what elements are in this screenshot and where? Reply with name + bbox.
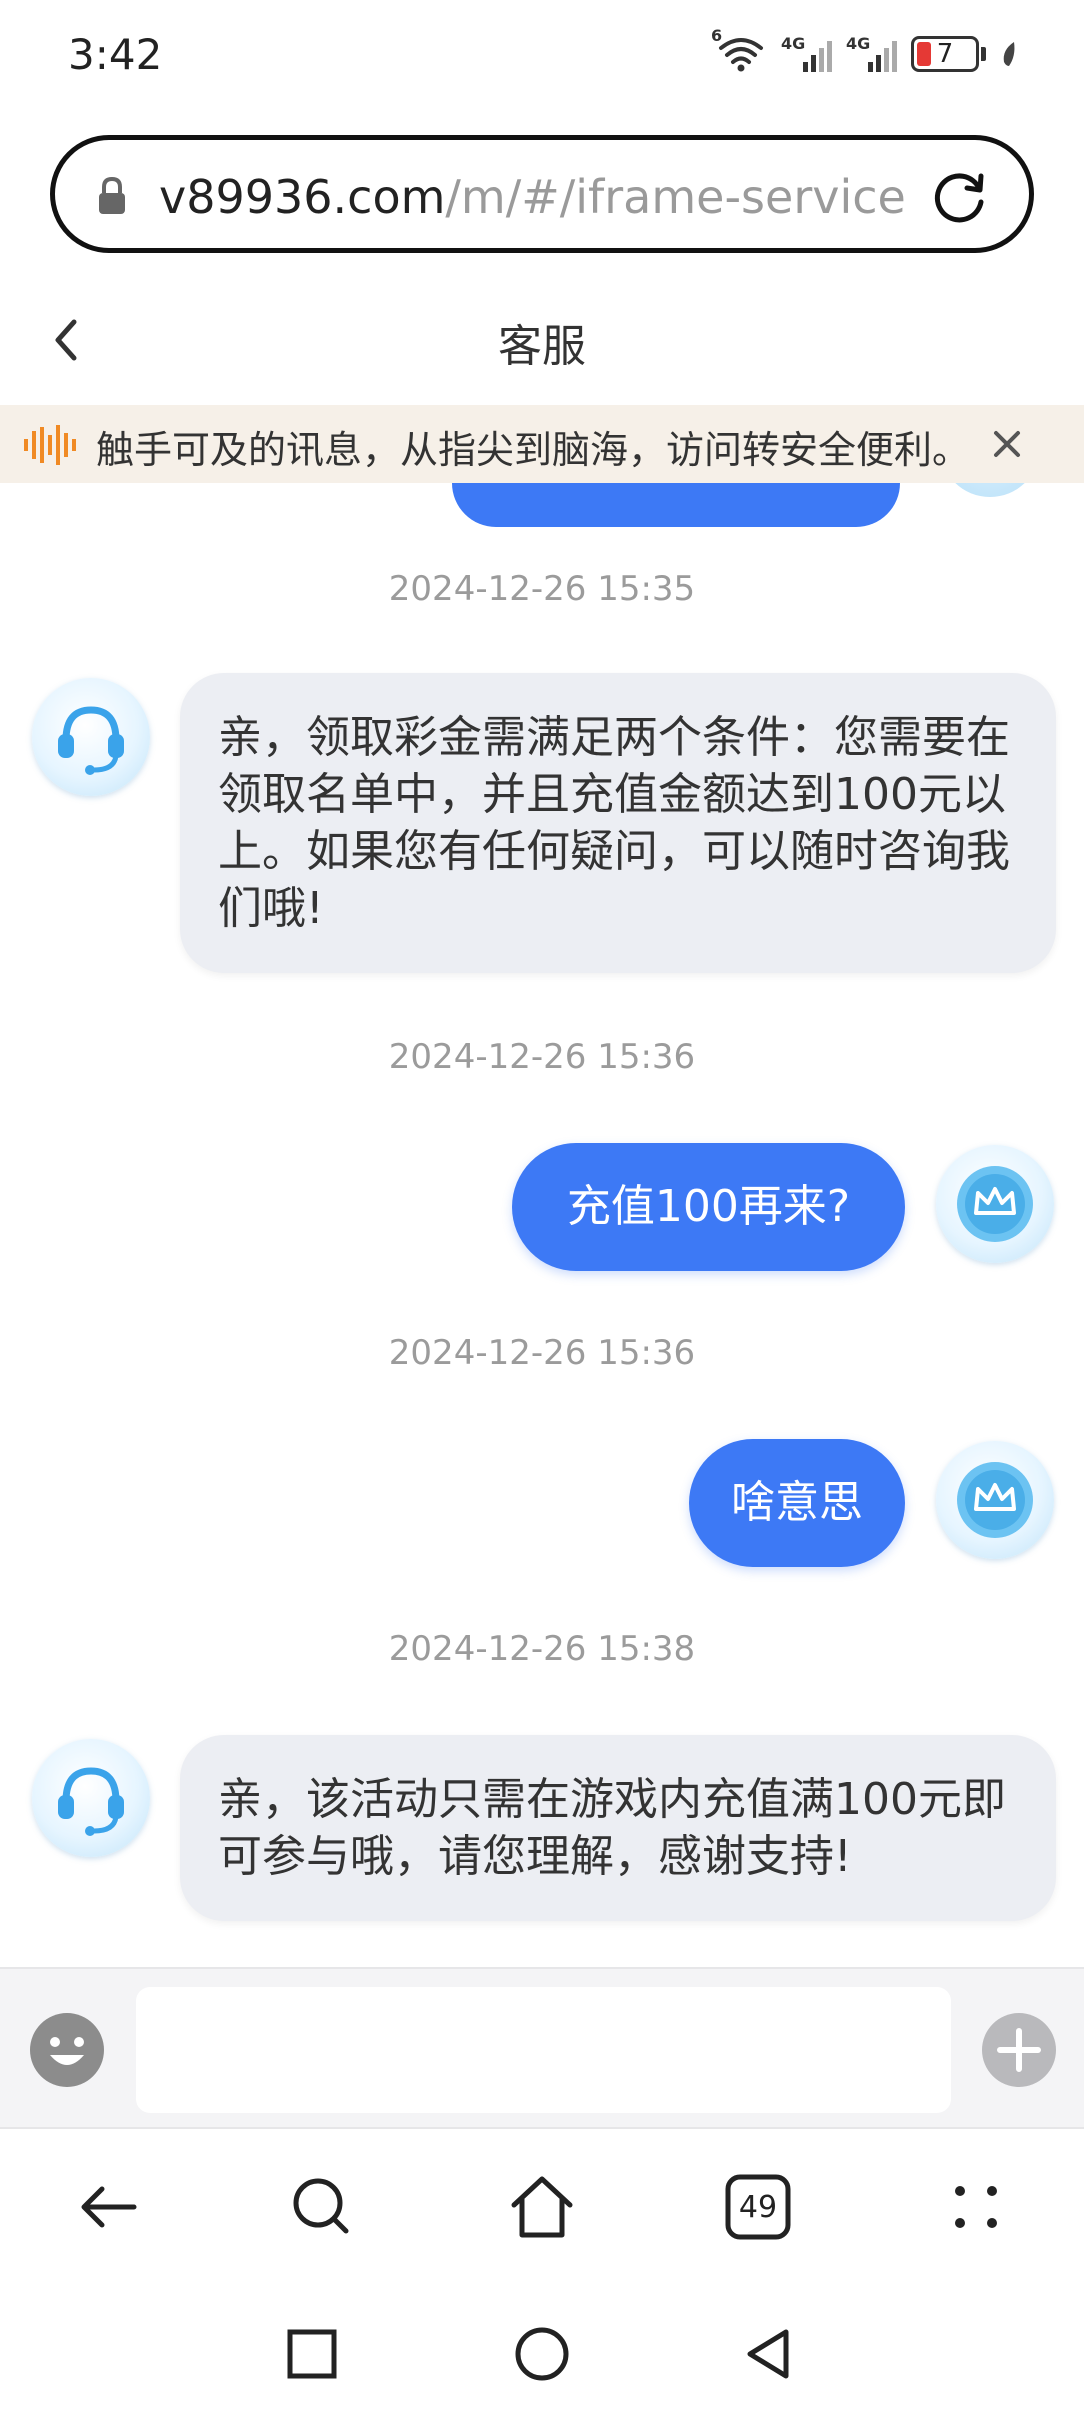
user-avatar — [936, 1145, 1054, 1263]
wifi-badge: 6 — [711, 26, 723, 45]
agent-avatar — [32, 678, 150, 796]
message-timestamp: 2024-12-26 15:35 — [388, 569, 696, 609]
agent-avatar — [32, 1739, 150, 1857]
crown-badge-icon — [957, 1166, 1033, 1242]
tab-count: 49 — [738, 2189, 778, 2225]
lock-icon — [99, 176, 125, 214]
back-arrow-icon[interactable] — [58, 2157, 158, 2257]
search-icon[interactable] — [272, 2157, 372, 2257]
emoji-icon[interactable] — [28, 2011, 106, 2089]
headset-icon — [58, 1767, 124, 1836]
url-text[interactable]: v89936.com/m/#/iframe-service — [159, 170, 906, 224]
signal-label: 4G — [846, 34, 871, 53]
signal-4g-icon: 4G — [781, 34, 832, 72]
close-icon[interactable] — [988, 425, 1026, 463]
chat-area[interactable]: 2024-12-26 15:35 亲，领取彩金需满足两个条件：您需要在领取名单中… — [0, 483, 1084, 1967]
system-navigation-bar — [0, 2292, 1084, 2412]
tabs-icon[interactable]: 49 — [708, 2157, 808, 2257]
battery-level: 7 — [936, 39, 954, 69]
page-title: 客服 — [498, 321, 586, 372]
back-triangle-icon[interactable] — [730, 2314, 810, 2394]
url-path: /m/#/iframe-service — [445, 170, 906, 224]
browser-toolbar: 49 — [0, 2129, 1084, 2292]
url-bar[interactable]: v89936.com/m/#/iframe-service — [50, 135, 1034, 253]
notice-text: 触手可及的讯息，从指尖到脑海，访问转安全便利。 — [96, 428, 971, 472]
previous-user-avatar — [940, 483, 1040, 497]
signal-label: 4G — [781, 34, 806, 53]
leaf-icon — [1003, 42, 1015, 66]
user-message: 啥意思 — [689, 1439, 905, 1567]
recents-icon[interactable] — [272, 2314, 352, 2394]
battery-cap — [981, 47, 986, 61]
url-host: v89936.com — [159, 170, 446, 224]
agent-message: 亲，该活动只需在游戏内充值满100元即可参与哦，请您理解，感谢支持! — [180, 1735, 1056, 1921]
signal-4g-icon: 4G — [846, 34, 897, 72]
notice-bar: 触手可及的讯息，从指尖到脑海，访问转安全便利。 — [0, 405, 1084, 483]
message-composer — [0, 1967, 1084, 2129]
message-timestamp: 2024-12-26 15:36 — [388, 1037, 696, 1077]
page-header: 客服 — [0, 270, 1084, 405]
status-time: 3:42 — [68, 30, 163, 79]
previous-user-bubble — [452, 483, 900, 527]
home-circle-icon[interactable] — [502, 2314, 582, 2394]
headset-icon — [58, 706, 124, 775]
crown-badge-icon — [957, 1462, 1033, 1538]
battery-icon: 7 — [911, 36, 979, 72]
wifi-icon: 6 — [711, 26, 767, 76]
reload-icon[interactable] — [929, 166, 991, 228]
status-bar: 3:42 6 4G 4G 7 — [0, 0, 1084, 118]
message-timestamp: 2024-12-26 15:38 — [388, 1629, 696, 1669]
status-icons: 6 4G 4G 7 — [711, 26, 1018, 76]
user-avatar — [936, 1441, 1054, 1559]
home-icon[interactable] — [492, 2157, 592, 2257]
sound-wave-icon — [24, 425, 76, 465]
plus-icon[interactable] — [980, 2011, 1058, 2089]
message-input[interactable] — [136, 1987, 951, 2113]
agent-message: 亲，领取彩金需满足两个条件：您需要在领取名单中，并且充值金额达到100元以上。如… — [180, 673, 1056, 973]
user-message: 充值100再来? — [512, 1143, 905, 1271]
more-icon[interactable] — [926, 2157, 1026, 2257]
message-timestamp: 2024-12-26 15:36 — [388, 1333, 696, 1373]
